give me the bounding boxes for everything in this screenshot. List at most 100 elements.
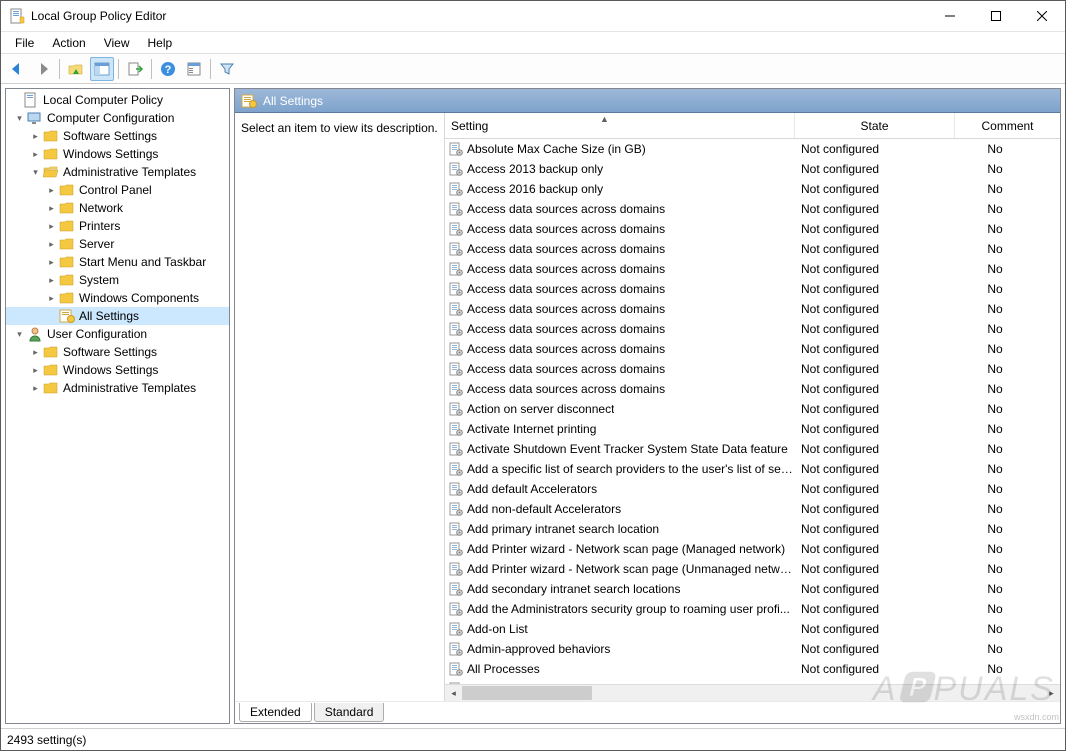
titlebar[interactable]: Local Group Policy Editor [1, 1, 1065, 32]
setting-row[interactable]: Add the Administrators security group to… [445, 599, 1060, 619]
chevron-right-icon[interactable]: ▸ [44, 237, 59, 252]
chevron-right-icon[interactable]: ▸ [44, 201, 59, 216]
description-prompt: Select an item to view its description. [241, 121, 438, 135]
setting-name: Access 2016 backup only [467, 182, 603, 196]
setting-row[interactable]: Absolute Max Cache Size (in GB) Not confi… [445, 139, 1060, 159]
chevron-down-icon[interactable]: ▾ [12, 327, 27, 342]
menu-action[interactable]: Action [44, 34, 93, 52]
tree-root[interactable]: Local Computer Policy [6, 91, 229, 109]
back-button[interactable] [5, 57, 29, 81]
setting-row[interactable]: All ProcessesNot configuredNo [445, 659, 1060, 679]
setting-row[interactable]: Access 2016 backup onlyNot configuredNo [445, 179, 1060, 199]
setting-row[interactable]: Access data sources across domainsNot co… [445, 279, 1060, 299]
close-button[interactable] [1019, 1, 1065, 31]
export-button[interactable] [123, 57, 147, 81]
tab-extended[interactable]: Extended [239, 703, 312, 722]
tree-user-configuration[interactable]: ▾ User Configuration [6, 325, 229, 343]
tree-item[interactable]: ▸Windows Components [6, 289, 229, 307]
chevron-right-icon[interactable]: ▸ [28, 381, 43, 396]
setting-comment: No [955, 322, 1035, 336]
tree-item[interactable]: ▸Printers [6, 217, 229, 235]
chevron-right-icon[interactable] [44, 309, 59, 324]
setting-row[interactable]: Add non-default AcceleratorsNot configur… [445, 499, 1060, 519]
minimize-button[interactable] [927, 1, 973, 31]
chevron-right-icon[interactable]: ▸ [28, 129, 43, 144]
setting-row[interactable]: Add Printer wizard - Network scan page (… [445, 539, 1060, 559]
setting-name: Absolute Max Cache Size (in GB) [467, 142, 646, 156]
scroll-left-icon[interactable]: ◂ [445, 685, 462, 701]
setting-row[interactable]: Add Printer wizard - Network scan page (… [445, 559, 1060, 579]
tree-item[interactable]: ▸Control Panel [6, 181, 229, 199]
forward-button[interactable] [31, 57, 55, 81]
chevron-right-icon[interactable]: ▸ [44, 273, 59, 288]
setting-row[interactable]: Access 2013 backup onlyNot configuredNo [445, 159, 1060, 179]
chevron-down-icon[interactable]: ▾ [28, 165, 43, 180]
setting-row[interactable]: Access data sources across domainsNot co… [445, 319, 1060, 339]
setting-row[interactable]: Add a specific list of search providers … [445, 459, 1060, 479]
column-state[interactable]: State [795, 113, 955, 138]
setting-row[interactable]: Access data sources across domainsNot co… [445, 359, 1060, 379]
folder-icon [43, 362, 59, 378]
setting-state: Not configured [795, 142, 955, 156]
setting-row[interactable]: Add default AcceleratorsNot configuredNo [445, 479, 1060, 499]
menu-view[interactable]: View [96, 34, 138, 52]
setting-row[interactable]: Access data sources across domainsNot co… [445, 219, 1060, 239]
setting-row[interactable]: Action on server disconnectNot configure… [445, 399, 1060, 419]
tree-item[interactable]: ▸ Windows Settings [6, 145, 229, 163]
setting-comment: No [955, 442, 1035, 456]
maximize-button[interactable] [973, 1, 1019, 31]
chevron-right-icon[interactable]: ▸ [28, 345, 43, 360]
tree-computer-configuration[interactable]: ▾ Computer Configuration [6, 109, 229, 127]
settings-list[interactable]: Absolute Max Cache Size (in GB) Not confi… [445, 139, 1060, 684]
setting-state: Not configured [795, 462, 955, 476]
setting-row[interactable]: Activate Internet printingNot configured… [445, 419, 1060, 439]
setting-row[interactable]: Admin-approved behaviorsNot configuredNo [445, 639, 1060, 659]
chevron-right-icon[interactable]: ▸ [44, 255, 59, 270]
tree-item[interactable]: ▸ Software Settings [6, 127, 229, 145]
tree-pane[interactable]: Local Computer Policy ▾ Computer Configu… [5, 88, 230, 724]
setting-row[interactable]: Access data sources across domainsNot co… [445, 239, 1060, 259]
properties-button[interactable] [182, 57, 206, 81]
column-comment[interactable]: Comment [955, 113, 1060, 138]
tree-item[interactable]: ▸Start Menu and Taskbar [6, 253, 229, 271]
tab-standard[interactable]: Standard [314, 703, 385, 722]
pane-header: All Settings [235, 89, 1060, 113]
menu-file[interactable]: File [7, 34, 42, 52]
setting-row[interactable]: Access data sources across domainsNot co… [445, 339, 1060, 359]
tree-administrative-templates[interactable]: ▾ Administrative Templates [6, 163, 229, 181]
menu-help[interactable]: Help [140, 34, 181, 52]
setting-name: Activate Internet printing [467, 422, 596, 436]
column-setting[interactable]: Setting [445, 113, 795, 138]
tree-item[interactable]: ▸Network [6, 199, 229, 217]
setting-row[interactable]: Access data sources across domainsNot co… [445, 199, 1060, 219]
filter-button[interactable] [215, 57, 239, 81]
tree-item[interactable]: ▸Administrative Templates [6, 379, 229, 397]
setting-row[interactable]: Add primary intranet search locationNot … [445, 519, 1060, 539]
tree-item[interactable]: ▸Server [6, 235, 229, 253]
scroll-right-icon[interactable]: ▸ [1043, 685, 1060, 701]
policy-setting-icon [449, 142, 463, 156]
scroll-thumb[interactable] [462, 686, 592, 700]
help-button[interactable]: ? [156, 57, 180, 81]
setting-row[interactable]: Access data sources across domainsNot co… [445, 379, 1060, 399]
chevron-right-icon[interactable]: ▸ [28, 363, 43, 378]
tree-item[interactable]: ▸Software Settings [6, 343, 229, 361]
chevron-right-icon[interactable]: ▸ [28, 147, 43, 162]
setting-row[interactable]: Add secondary intranet search locationsN… [445, 579, 1060, 599]
show-hide-tree-button[interactable] [90, 57, 114, 81]
up-button[interactable] [64, 57, 88, 81]
setting-name: Add Printer wizard - Network scan page (… [467, 562, 795, 576]
chevron-right-icon[interactable]: ▸ [44, 183, 59, 198]
setting-row[interactable]: Activate Shutdown Event Tracker System S… [445, 439, 1060, 459]
chevron-right-icon[interactable]: ▸ [44, 219, 59, 234]
tree-item[interactable]: ▸Windows Settings [6, 361, 229, 379]
horizontal-scrollbar[interactable]: ◂ ▸ [445, 684, 1060, 701]
setting-row[interactable]: Add-on ListNot configuredNo [445, 619, 1060, 639]
tree-all-settings[interactable]: All Settings [6, 307, 229, 325]
tree-item[interactable]: ▸System [6, 271, 229, 289]
chevron-down-icon[interactable]: ▾ [12, 111, 27, 126]
expander-icon[interactable] [8, 93, 23, 108]
setting-row[interactable]: Access data sources across domainsNot co… [445, 259, 1060, 279]
chevron-right-icon[interactable]: ▸ [44, 291, 59, 306]
setting-row[interactable]: Access data sources across domainsNot co… [445, 299, 1060, 319]
